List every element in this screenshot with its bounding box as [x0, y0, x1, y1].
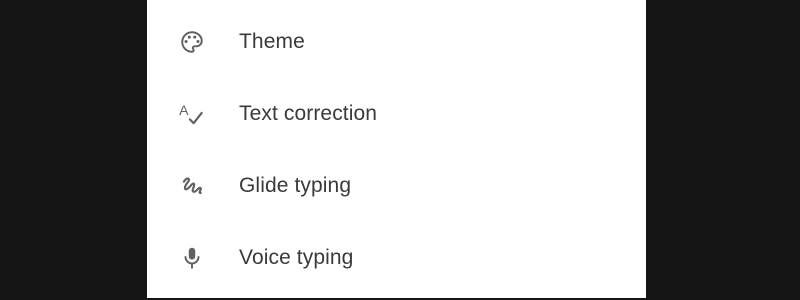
gesture-icon — [177, 171, 207, 201]
microphone-icon — [177, 243, 207, 273]
menu-item-label: Glide typing — [239, 174, 352, 197]
menu-item-glide-typing[interactable]: Glide typing — [147, 150, 646, 222]
menu-item-label: Text correction — [239, 102, 378, 125]
menu-item-theme[interactable]: Theme — [147, 6, 646, 78]
screen-frame: Theme A Text correction Glide typing Voi… — [0, 0, 800, 300]
settings-menu: Theme A Text correction Glide typing Voi… — [147, 0, 646, 298]
menu-item-text-correction[interactable]: A Text correction — [147, 78, 646, 150]
svg-text:A: A — [179, 102, 189, 118]
palette-icon — [177, 27, 207, 57]
menu-item-label: Voice typing — [239, 246, 354, 269]
spellcheck-icon: A — [177, 99, 207, 129]
menu-item-label: Theme — [239, 30, 305, 53]
menu-item-voice-typing[interactable]: Voice typing — [147, 222, 646, 294]
